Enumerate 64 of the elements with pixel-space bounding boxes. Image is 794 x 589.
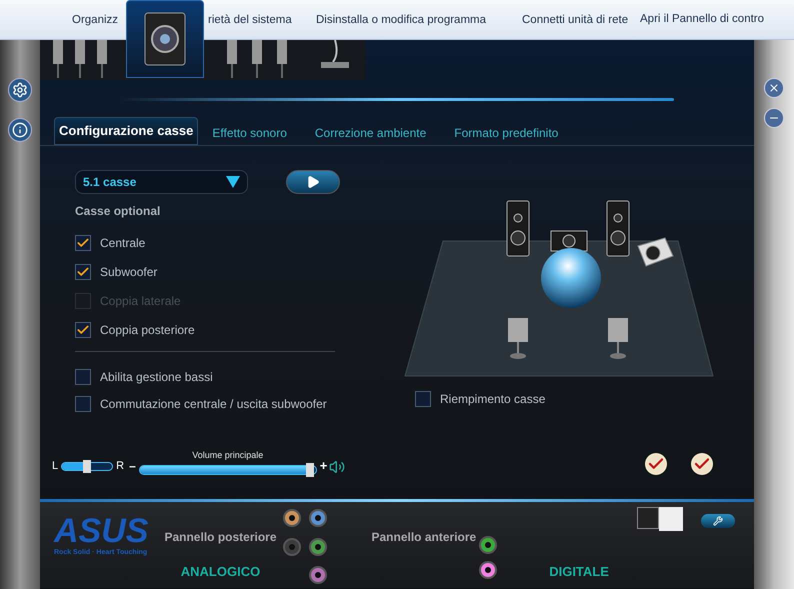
toolbar-item[interactable]: Apri il Pannello di contro (640, 10, 764, 28)
volume-label: Volume principale (192, 448, 264, 462)
toolbar-item[interactable]: Organizz (72, 14, 118, 26)
volume-slider[interactable] (138, 465, 317, 475)
slider-thumb[interactable] (306, 463, 314, 477)
check-icon (76, 236, 90, 250)
speaker-config-dropdown[interactable]: 5.1 casse (75, 170, 248, 194)
section-label: Casse optional (75, 202, 162, 220)
toolbar-item[interactable]: Connetti unità di rete (522, 14, 628, 26)
tab[interactable]: Configurazione casse (54, 117, 198, 144)
check-icon (76, 264, 90, 278)
volume-minus-label: – (129, 458, 136, 475)
apply-all-button[interactable] (691, 453, 714, 475)
tab[interactable]: Formato predefinito (440, 120, 572, 144)
panel-label: Pannello posteriore (164, 529, 276, 546)
close-icon (768, 82, 780, 94)
checkbox-label: Commutazione centrale / uscita subwoofer (100, 396, 327, 412)
info-icon (12, 122, 28, 138)
checkbox-label: Coppia laterale (100, 292, 181, 310)
audio-jack-icon[interactable] (282, 509, 300, 527)
audio-jack-icon[interactable] (308, 566, 326, 584)
slider-thumb[interactable] (83, 460, 92, 472)
check-icon (76, 322, 90, 336)
analog-label: ANALOGICO (180, 563, 260, 581)
checkbox-label: Coppia posteriore (100, 322, 195, 338)
wrench-icon (712, 516, 723, 526)
volume-plus-label: + (320, 456, 328, 474)
balance-right-label: R (116, 458, 124, 474)
tab[interactable]: Correzione ambiente (300, 120, 440, 144)
checkbox[interactable] (75, 396, 91, 412)
brand-logo: ASUS (54, 514, 148, 548)
checkbox[interactable] (75, 264, 91, 280)
settings-button[interactable] (8, 78, 32, 102)
balance-left-label: L (52, 458, 58, 474)
close-button[interactable] (764, 78, 784, 98)
toolbar-item[interactable]: rietà del sistema (208, 14, 292, 26)
speaker-volume-icon[interactable] (329, 459, 346, 475)
play-button[interactable] (286, 170, 340, 194)
digital-label: DIGITALE (549, 563, 609, 581)
checkbox[interactable] (75, 234, 91, 250)
audio-jack-icon[interactable] (308, 509, 326, 527)
dropdown-arrow-icon (226, 176, 240, 188)
audio-jack-icon[interactable] (479, 536, 498, 554)
panel-label: Pannello anteriore (372, 529, 476, 546)
apply-check-button[interactable] (645, 453, 668, 475)
checkbox-label: Subwoofer (100, 264, 158, 280)
info-button[interactable] (8, 118, 32, 142)
audio-jack-icon[interactable] (308, 538, 326, 556)
checkbox-label: Centrale (100, 234, 146, 252)
checkbox[interactable] (415, 390, 431, 406)
balance-slider[interactable] (61, 462, 114, 470)
settings-icon (12, 82, 28, 98)
speaker-icon (143, 11, 187, 67)
checkbox-label: Riempimento casse (440, 390, 546, 408)
audio-jack-icon[interactable] (479, 561, 498, 579)
checkbox-label: Abilita gestione bassi (100, 368, 213, 386)
wrench-button[interactable] (700, 514, 735, 528)
play-icon (306, 174, 320, 188)
speaker-device-tab[interactable] (126, 0, 204, 78)
minimize-button[interactable] (764, 108, 784, 128)
checkbox[interactable] (75, 322, 91, 338)
tab[interactable]: Effetto sonoro (198, 120, 301, 144)
checkbox[interactable] (75, 368, 91, 384)
toolbar-item[interactable]: Disinstalla o modifica programma (316, 14, 486, 26)
